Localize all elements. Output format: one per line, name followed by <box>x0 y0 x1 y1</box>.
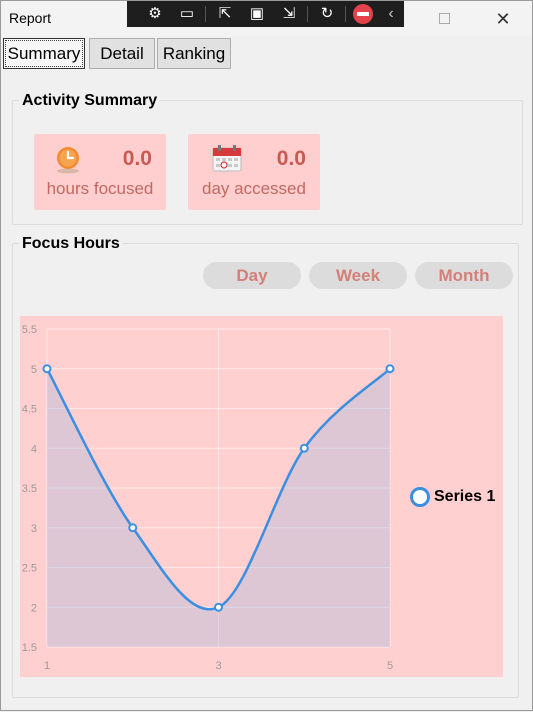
data-point <box>42 364 52 374</box>
y-tick-label: 2.5 <box>22 563 37 575</box>
y-tick-label: 3.5 <box>22 483 37 495</box>
x-tick-label: 5 <box>387 660 393 672</box>
x-tick-label: 3 <box>215 660 221 672</box>
y-tick-label: 4.5 <box>22 404 37 416</box>
focus-hours-chart: 1.5 2 2.5 3 3.5 4 4.5 5 5.5 1 3 5 <box>22 324 395 672</box>
legend-marker-icon <box>410 487 430 507</box>
legend-series-label: Series 1 <box>434 488 496 505</box>
y-tick-label: 3 <box>31 523 37 535</box>
x-tick-label: 1 <box>44 660 50 672</box>
data-point <box>299 443 309 453</box>
y-tick-label: 2 <box>31 602 37 614</box>
y-tick-label: 5 <box>31 364 37 376</box>
data-point <box>385 364 395 374</box>
data-point <box>214 602 223 612</box>
y-tick-label: 5.5 <box>22 324 37 336</box>
report-window: Report ⚙ ▭ ⇱ ▣ ⇲ ↻ ‹ ✕ Summary Detail Ra… <box>0 0 533 711</box>
y-tick-label: 1.5 <box>22 642 37 654</box>
data-point <box>128 523 138 533</box>
y-tick-label: 4 <box>31 443 37 455</box>
